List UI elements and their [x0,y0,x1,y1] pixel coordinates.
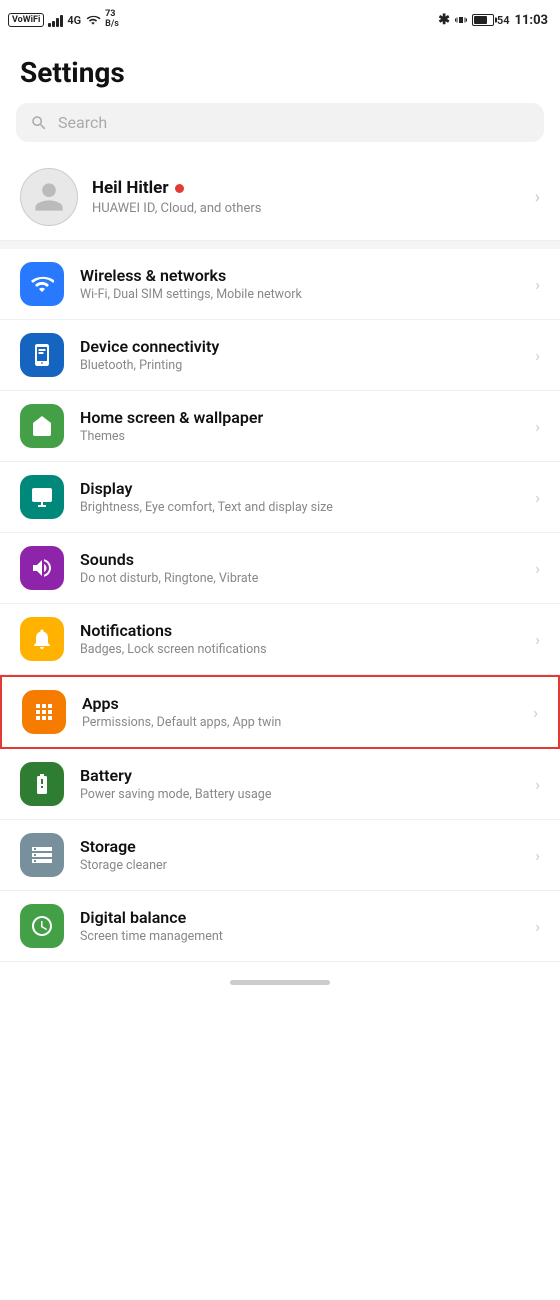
time-display: 11:03 [515,13,549,28]
avatar [20,168,78,226]
bluetooth-icon: ✱ [438,12,450,28]
battery-container: 54 [472,14,510,27]
wifi-icon [85,13,101,27]
digitalbalance-title: Digital balance [80,908,519,927]
connectivity-title: Device connectivity [80,337,519,356]
settings-item-homescreen[interactable]: Home screen & wallpaper Themes › [0,391,560,462]
wireless-subtitle: Wi-Fi, Dual SIM settings, Mobile network [80,287,519,302]
online-dot [175,184,184,193]
digitalbalance-text: Digital balance Screen time management [80,908,519,944]
homescreen-icon [20,404,64,448]
status-left: VoWiFi 4G 73 B/s [8,10,119,30]
connectivity-subtitle: Bluetooth, Printing [80,358,519,373]
settings-item-notifications[interactable]: Notifications Badges, Lock screen notifi… [0,604,560,675]
home-bar [0,962,560,999]
signal-type: 4G [67,14,81,27]
battery-icon [472,14,494,26]
battery-level: 54 [497,14,510,27]
sounds-icon [20,546,64,590]
storage-icon [20,833,64,877]
apps-icon [22,690,66,734]
connectivity-icon [20,333,64,377]
settings-item-sounds[interactable]: Sounds Do not disturb, Ringtone, Vibrate… [0,533,560,604]
digitalbalance-chevron-icon: › [535,917,540,936]
settings-item-storage[interactable]: Storage Storage cleaner › [0,820,560,891]
notifications-subtitle: Badges, Lock screen notifications [80,642,519,657]
display-text: Display Brightness, Eye comfort, Text an… [80,479,519,515]
digitalbalance-icon [20,904,64,948]
connectivity-text: Device connectivity Bluetooth, Printing [80,337,519,373]
search-icon [30,114,48,132]
sounds-chevron-icon: › [535,559,540,578]
vibrate-icon [455,12,467,28]
battery-title: Battery [80,766,519,785]
settings-item-wireless[interactable]: Wireless & networks Wi-Fi, Dual SIM sett… [0,249,560,320]
profile-subtitle: HUAWEI ID, Cloud, and others [92,201,521,216]
profile-name: Heil Hitler [92,178,521,198]
sounds-subtitle: Do not disturb, Ringtone, Vibrate [80,571,519,586]
storage-subtitle: Storage cleaner [80,858,519,873]
wireless-chevron-icon: › [535,275,540,294]
wireless-text: Wireless & networks Wi-Fi, Dual SIM sett… [80,266,519,302]
search-placeholder-text: Search [58,113,107,132]
profile-section[interactable]: Heil Hitler HUAWEI ID, Cloud, and others… [0,154,560,241]
section-divider [0,241,560,249]
wireless-icon [20,262,64,306]
status-right: ✱ 54 11:03 [438,12,548,28]
settings-list: Wireless & networks Wi-Fi, Dual SIM sett… [0,249,560,962]
profile-info: Heil Hitler HUAWEI ID, Cloud, and others [92,178,521,216]
apps-chevron-icon: › [533,703,538,722]
settings-item-connectivity[interactable]: Device connectivity Bluetooth, Printing … [0,320,560,391]
battery-subtitle: Power saving mode, Battery usage [80,787,519,802]
display-icon [20,475,64,519]
battery-chevron-icon: › [535,775,540,794]
apps-text: Apps Permissions, Default apps, App twin [82,694,517,730]
settings-item-apps[interactable]: Apps Permissions, Default apps, App twin… [0,675,560,749]
homescreen-chevron-icon: › [535,417,540,436]
wireless-title: Wireless & networks [80,266,519,285]
battery-settings-icon [20,762,64,806]
storage-text: Storage Storage cleaner [80,837,519,873]
homescreen-text: Home screen & wallpaper Themes [80,408,519,444]
apps-title: Apps [82,694,517,713]
settings-item-battery[interactable]: Battery Power saving mode, Battery usage… [0,749,560,820]
homescreen-title: Home screen & wallpaper [80,408,519,427]
person-icon [32,180,66,214]
notifications-icon [20,617,64,661]
page-title: Settings [0,40,560,99]
signal-bars [48,13,63,27]
connectivity-chevron-icon: › [535,346,540,365]
display-title: Display [80,479,519,498]
settings-item-display[interactable]: Display Brightness, Eye comfort, Text an… [0,462,560,533]
sounds-title: Sounds [80,550,519,569]
battery-text: Battery Power saving mode, Battery usage [80,766,519,802]
status-bar: VoWiFi 4G 73 B/s ✱ 54 11:03 [0,0,560,40]
display-subtitle: Brightness, Eye comfort, Text and displa… [80,500,519,515]
notifications-chevron-icon: › [535,630,540,649]
settings-item-digitalbalance[interactable]: Digital balance Screen time management › [0,891,560,962]
digitalbalance-subtitle: Screen time management [80,929,519,944]
homescreen-subtitle: Themes [80,429,519,444]
display-chevron-icon: › [535,488,540,507]
notifications-text: Notifications Badges, Lock screen notifi… [80,621,519,657]
speed-indicator: 73 B/s [105,10,119,30]
sounds-text: Sounds Do not disturb, Ringtone, Vibrate [80,550,519,586]
storage-title: Storage [80,837,519,856]
storage-chevron-icon: › [535,846,540,865]
battery-fill [474,16,487,24]
apps-subtitle: Permissions, Default apps, App twin [82,715,517,730]
profile-chevron-icon: › [535,187,540,208]
notifications-title: Notifications [80,621,519,640]
vowifi-indicator: VoWiFi [8,13,44,28]
search-bar[interactable]: Search [16,103,544,142]
home-pill[interactable] [230,980,330,985]
